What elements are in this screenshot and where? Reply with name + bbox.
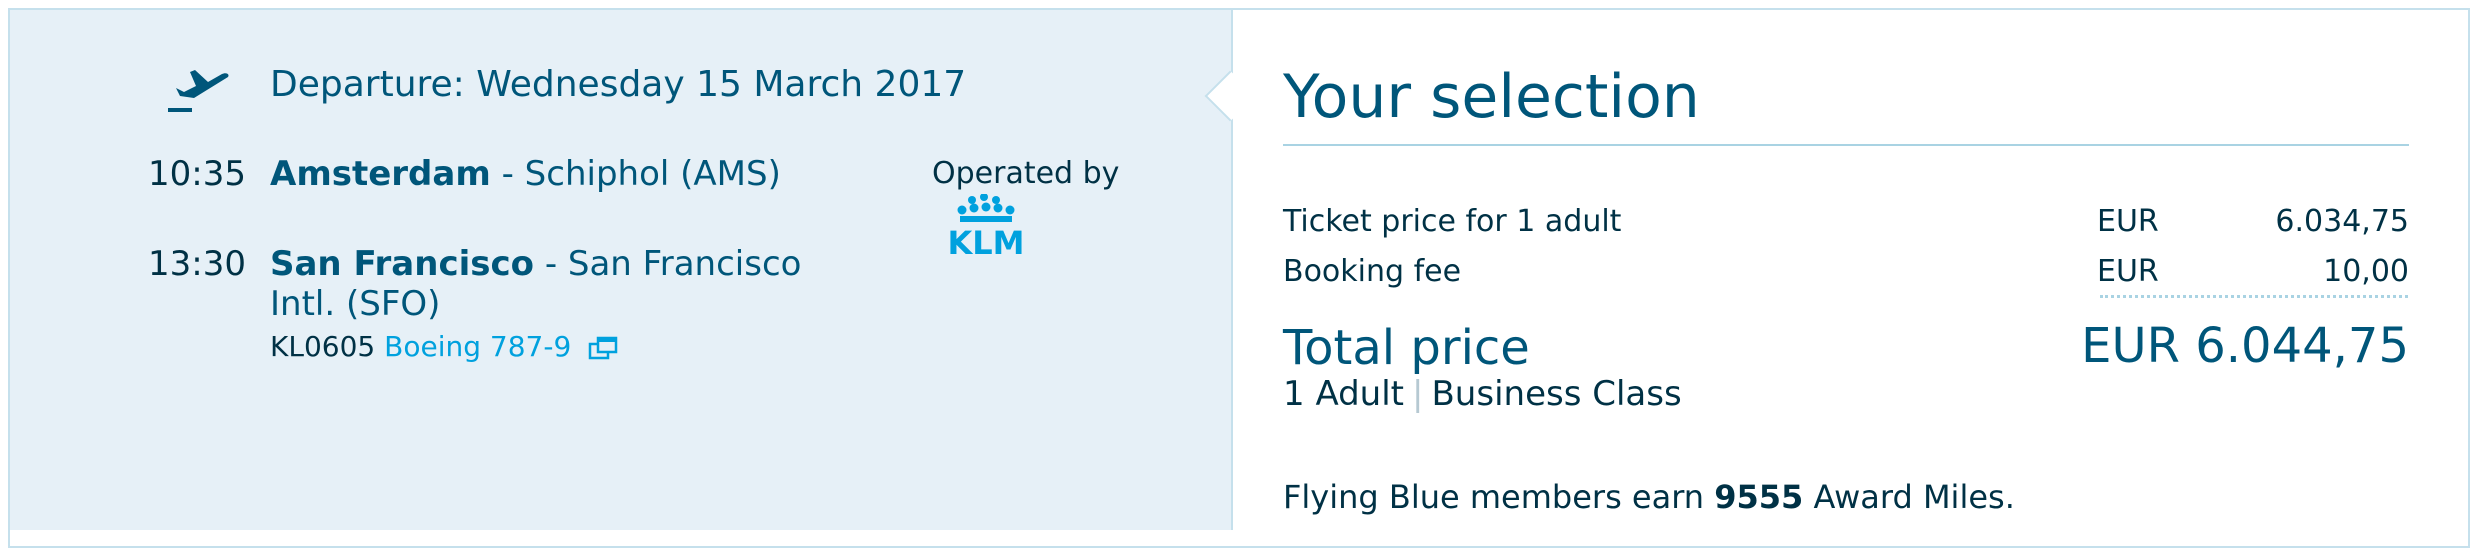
destination-airport-name-2: Intl. (SFO) [270,284,441,324]
plane-takeoff-icon [168,70,229,112]
miles-prefix: Flying Blue members earn [1283,478,1705,516]
award-miles-note: Flying Blue members earn 9555 Award Mile… [1283,478,2015,516]
subtotal-divider [2100,295,2408,298]
summary-separator: | [1412,374,1424,414]
miles-value: 9555 [1714,478,1804,516]
aircraft-link[interactable]: Boeing 787-9 [384,330,618,363]
origin-airport-name: - Schiphol (AMS) [501,154,781,194]
total-price-label: Total price [1283,320,1530,376]
ticket-price-amount: 6.034,75 [2275,204,2409,239]
booking-fee-amount: 10,00 [2323,254,2409,289]
departure-title: Departure: Wednesday 15 March 2017 [270,64,967,105]
ticket-price-label: Ticket price for 1 adult [1283,204,1622,239]
destination-airport: San Francisco - San Francisco Intl. (SFO… [270,244,801,324]
klm-logo: KLM [947,194,1025,258]
miles-suffix: Award Miles. [1813,478,2015,516]
cabin-class: Business Class [1431,374,1682,414]
booking-fee-label: Booking fee [1283,254,1462,289]
selection-divider [1283,144,2409,146]
klm-logo-text: KLM [947,224,1024,258]
aircraft-type[interactable]: Boeing 787-9 [384,330,571,363]
arrival-time: 13:30 [148,244,246,284]
selection-title: Your selection [1283,62,1700,132]
destination-city: San Francisco [270,244,534,284]
operated-by-label: Operated by [932,156,1120,191]
external-window-icon[interactable] [588,336,618,360]
ticket-price-currency: EUR [2097,204,2159,239]
departure-time: 10:35 [148,154,246,194]
flight-number: KL0605 [270,330,376,363]
total-price-amount: EUR 6.044,75 [2081,318,2409,374]
passenger-count: 1 Adult [1283,374,1405,414]
origin-city: Amsterdam [270,154,491,194]
flight-info: KL0605 Boeing 787-9 [270,330,618,363]
passenger-summary: 1 Adult | Business Class [1283,374,1682,414]
destination-airport-name-1: - San Francisco [544,244,802,284]
origin-airport: Amsterdam - Schiphol (AMS) [270,154,781,194]
booking-fee-currency: EUR [2097,254,2159,289]
